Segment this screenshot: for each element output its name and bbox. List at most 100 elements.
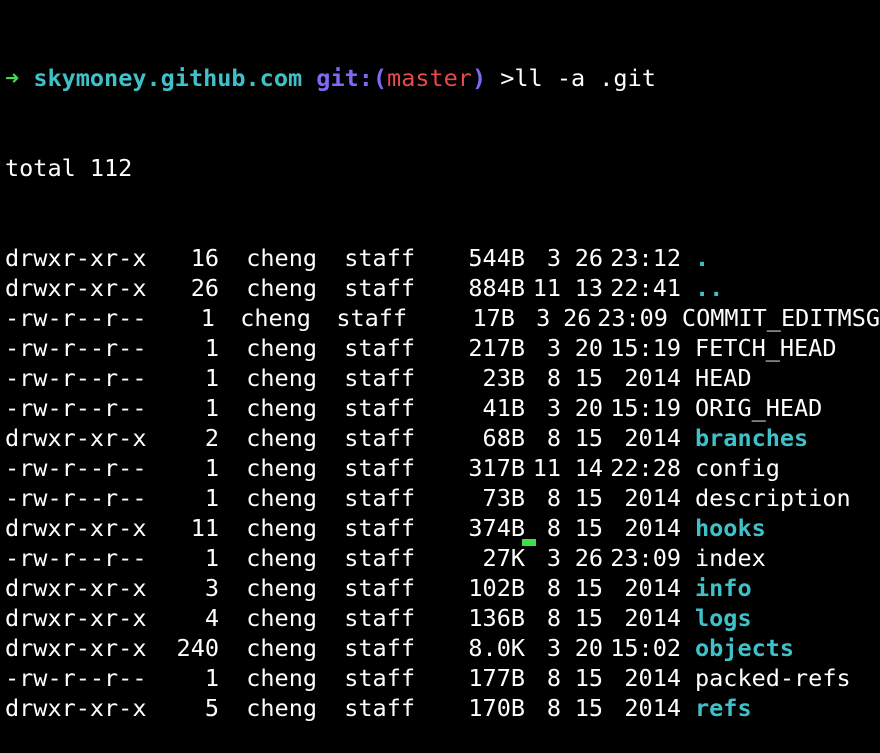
group-cell: staff: [344, 274, 415, 302]
links-cell: 1: [204, 664, 219, 692]
listing-row: drwxr-xr-x 5 cheng staff 170B 8 15 2014 refs: [5, 693, 880, 723]
links-cell: 16: [190, 244, 219, 272]
links-cell: 4: [204, 604, 219, 632]
time-cell: 15:19: [610, 334, 681, 362]
owner-cell: cheng: [246, 364, 317, 392]
time-cell: 2014: [624, 694, 681, 722]
owner-cell: cheng: [246, 694, 317, 722]
filename-cell: COMMIT_EDITMSG: [681, 304, 880, 332]
group-cell: staff: [336, 304, 408, 332]
listing-row: -rw-r--r-- 1 cheng staff 317B 11 14 22:28 config: [5, 453, 880, 483]
prompt-git-prefix: git:(: [316, 64, 388, 92]
size-cell: 544B: [468, 244, 525, 272]
month-cell: 8: [546, 484, 561, 512]
links-cell: 2: [204, 424, 219, 452]
size-cell: 884B: [468, 274, 525, 302]
time-cell: 23:09: [597, 304, 668, 332]
size-cell: 17B: [472, 304, 515, 332]
links-cell: 1: [204, 334, 219, 362]
permissions-cell: -rw-r--r--: [5, 544, 147, 572]
listing-row: drwxr-xr-x 16 cheng staff 544B 3 26 23:12.: [5, 243, 880, 273]
permissions-cell: -rw-r--r--: [5, 334, 147, 362]
group-cell: staff: [344, 544, 415, 572]
month-cell: 3: [546, 634, 561, 662]
permissions-cell: drwxr-xr-x: [5, 634, 147, 662]
group-cell: staff: [344, 424, 415, 452]
permissions-cell: drwxr-xr-x: [5, 274, 147, 302]
filename-cell: info: [695, 574, 752, 602]
day-cell: 26: [574, 544, 603, 572]
time-cell: 22:41: [610, 274, 681, 302]
time-cell: 2014: [624, 424, 681, 452]
size-cell: 68B: [482, 424, 525, 452]
day-cell: 26: [574, 244, 603, 272]
prompt-arrow-icon: ➜: [5, 64, 20, 92]
links-cell: 5: [204, 694, 219, 722]
owner-cell: cheng: [246, 604, 317, 632]
links-cell: 11: [190, 514, 219, 542]
owner-cell: cheng: [246, 244, 317, 272]
listing-row: -rw-r--r-- 1 cheng staff 217B 3 20 15:19 FETCH_H…: [5, 333, 880, 363]
group-cell: staff: [344, 364, 415, 392]
month-cell: 3: [536, 304, 551, 332]
size-cell: 136B: [468, 604, 525, 632]
day-cell: 15: [574, 574, 603, 602]
filename-cell: hooks: [695, 514, 766, 542]
terminal-cursor: [522, 539, 536, 546]
prompt-host: skymoney.github.com: [33, 64, 303, 92]
owner-cell: cheng: [246, 274, 317, 302]
links-cell: 1: [204, 364, 219, 392]
prompt-line: ➜ skymoney.github.com git:(master) >ll -…: [5, 63, 880, 93]
day-cell: 14: [574, 454, 603, 482]
time-cell: 2014: [624, 514, 681, 542]
permissions-cell: drwxr-xr-x: [5, 424, 147, 452]
group-cell: staff: [344, 634, 415, 662]
time-cell: 2014: [624, 664, 681, 692]
month-cell: 3: [546, 544, 561, 572]
owner-cell: cheng: [246, 514, 317, 542]
filename-cell: ..: [695, 274, 724, 302]
permissions-cell: -rw-r--r--: [5, 484, 147, 512]
time-cell: 2014: [624, 364, 681, 392]
listing-row: drwxr-xr-x 11 cheng staff 374B 8 15 2014 hooks: [5, 513, 880, 543]
month-cell: 8: [546, 694, 561, 722]
day-cell: 15: [574, 364, 603, 392]
listing-row: -rw-r--r-- 1 cheng staff 17B 3 26 23:09 COMMIT_E…: [5, 303, 880, 333]
directory-listing: drwxr-xr-x 16 cheng staff 544B 3 26 23:12. drwxr…: [5, 243, 880, 723]
listing-row: -rw-r--r-- 1 cheng staff 27K 3 26 23:09 index: [5, 543, 880, 573]
links-cell: 26: [190, 274, 219, 302]
filename-cell: ORIG_HEAD: [695, 394, 823, 422]
day-cell: 15: [574, 664, 603, 692]
permissions-cell: drwxr-xr-x: [5, 694, 147, 722]
size-cell: 27K: [482, 544, 525, 572]
day-cell: 15: [574, 604, 603, 632]
terminal-window[interactable]: ➜ skymoney.github.com git:(master) >ll -…: [0, 0, 880, 722]
owner-cell: cheng: [246, 334, 317, 362]
group-cell: staff: [344, 484, 415, 512]
links-cell: 1: [204, 544, 219, 572]
filename-cell: index: [695, 544, 766, 572]
day-cell: 20: [574, 634, 603, 662]
day-cell: 15: [574, 694, 603, 722]
time-cell: 22:28: [610, 454, 681, 482]
owner-cell: cheng: [246, 544, 317, 572]
time-cell: 2014: [624, 574, 681, 602]
month-cell: 8: [546, 364, 561, 392]
prompt-branch: master: [387, 64, 472, 92]
prompt-git-suffix: ): [471, 64, 487, 92]
filename-cell: branches: [695, 424, 809, 452]
filename-cell: HEAD: [695, 364, 752, 392]
month-cell: 3: [546, 394, 561, 422]
group-cell: staff: [344, 514, 415, 542]
time-cell: 2014: [624, 604, 681, 632]
month-cell: 11: [532, 454, 561, 482]
size-cell: 177B: [468, 664, 525, 692]
day-cell: 13: [574, 274, 603, 302]
day-cell: 26: [563, 304, 592, 332]
listing-row: -rw-r--r-- 1 cheng staff 23B 8 15 2014 HEAD: [5, 363, 880, 393]
permissions-cell: drwxr-xr-x: [5, 574, 147, 602]
listing-row: drwxr-xr-x 26 cheng staff 884B 11 13 22:41..: [5, 273, 880, 303]
month-cell: 8: [546, 604, 561, 632]
size-cell: 73B: [482, 484, 525, 512]
links-cell: 1: [204, 484, 219, 512]
